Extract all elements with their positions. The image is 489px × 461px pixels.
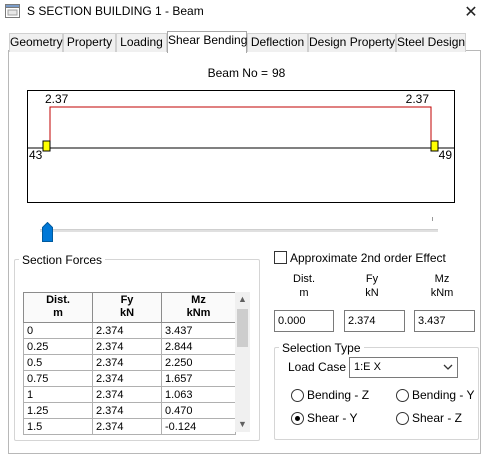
bending-z-label: Bending - Z: [307, 388, 370, 402]
end-node-label: 49: [438, 148, 452, 162]
dist-field-header: Dist. m: [293, 273, 315, 299]
title-bar: S SECTION BUILDING 1 - Beam ✕: [0, 0, 489, 24]
mz-input[interactable]: 3.437: [414, 310, 475, 332]
load-case-select[interactable]: 1:E X: [349, 357, 458, 378]
shear-diagram: 2.37 2.37 43 49: [27, 90, 455, 203]
approx-2nd-order-label: Approximate 2nd order Effect: [290, 251, 446, 265]
bending-y-label: Bending - Y: [412, 388, 475, 402]
load-case-value: 1:E X: [354, 361, 381, 373]
bending-y-radio[interactable]: [396, 389, 409, 402]
table-header-row: Dist. m Fy kN Mz kNm: [23, 292, 236, 323]
column-header-fy[interactable]: Fy kN: [92, 292, 162, 323]
scrollbar-thumb[interactable]: [237, 309, 248, 347]
section-forces-table: Dist. m Fy kN Mz kNm 0 2.374 3.437 0.25 2.374 2…: [23, 292, 236, 435]
shear-z-label: Shear - Z: [412, 411, 463, 425]
shear-y-radio[interactable]: [291, 412, 304, 425]
tab-deflection[interactable]: Deflection: [247, 33, 308, 52]
end-node-support: [430, 140, 439, 152]
tab-shear-bending[interactable]: Shear Bending: [167, 31, 247, 53]
shear-value-left: 2.37: [45, 92, 69, 106]
shear-y-label: Shear - Y: [307, 411, 358, 425]
table-row[interactable]: 0.75 2.374 1.657: [23, 370, 236, 387]
close-icon: ✕: [464, 4, 478, 21]
shear-value-right: 2.37: [405, 92, 429, 106]
column-header-dist[interactable]: Dist. m: [23, 292, 93, 323]
chevron-down-icon: [442, 360, 454, 377]
approx-2nd-order-checkbox[interactable]: [274, 251, 287, 264]
tab-geometry[interactable]: Geometry: [9, 33, 63, 52]
app-icon: [5, 4, 20, 18]
beam-number-line: Beam No = 98: [0, 66, 489, 80]
tab-design-property[interactable]: Design Property: [308, 33, 396, 52]
position-slider-track[interactable]: [40, 229, 438, 232]
bending-z-radio[interactable]: [291, 389, 304, 402]
scroll-up-arrow-icon[interactable]: ▲: [235, 292, 250, 307]
scroll-down-arrow-icon[interactable]: ▼: [235, 417, 250, 432]
table-row[interactable]: 1.25 2.374 0.470: [23, 402, 236, 419]
selection-type-title: Selection Type: [279, 341, 364, 355]
table-row[interactable]: 1 2.374 1.063: [23, 386, 236, 403]
beam-number-label: Beam No =: [207, 66, 268, 80]
table-row[interactable]: 1.5 2.374 -0.124: [23, 418, 236, 435]
table-row[interactable]: 0.5 2.374 2.250: [23, 354, 236, 371]
shear-diagram-canvas: [28, 106, 454, 152]
beam-number-value: 98: [272, 66, 286, 80]
tab-property[interactable]: Property: [63, 33, 116, 52]
slider-tick: [432, 217, 433, 221]
load-case-label: Load Case :: [288, 360, 353, 374]
column-header-mz[interactable]: Mz kNm: [161, 292, 236, 323]
fy-input[interactable]: 2.374: [344, 310, 405, 332]
start-node-label: 43: [29, 148, 43, 162]
tab-loading[interactable]: Loading: [116, 33, 167, 52]
section-forces-title: Section Forces: [19, 253, 106, 267]
mz-field-header: Mz kNm: [430, 273, 454, 299]
shear-z-radio[interactable]: [396, 412, 409, 425]
fy-field-header: Fy kN: [365, 273, 379, 299]
close-button[interactable]: ✕: [453, 0, 489, 24]
tab-steel-design[interactable]: Steel Design: [396, 33, 466, 52]
start-node-support: [42, 140, 51, 152]
table-row[interactable]: 0 2.374 3.437: [23, 322, 236, 339]
tab-strip: Geometry Property Loading Shear Bending …: [9, 31, 479, 53]
shear-diagram-line: [49, 106, 432, 148]
table-scrollbar[interactable]: ▲ ▼: [235, 292, 250, 432]
table-row[interactable]: 0.25 2.374 2.844: [23, 338, 236, 355]
position-slider-thumb[interactable]: [42, 221, 53, 242]
dist-input[interactable]: 0.000: [274, 310, 334, 332]
window-title: S SECTION BUILDING 1 - Beam: [27, 4, 204, 18]
